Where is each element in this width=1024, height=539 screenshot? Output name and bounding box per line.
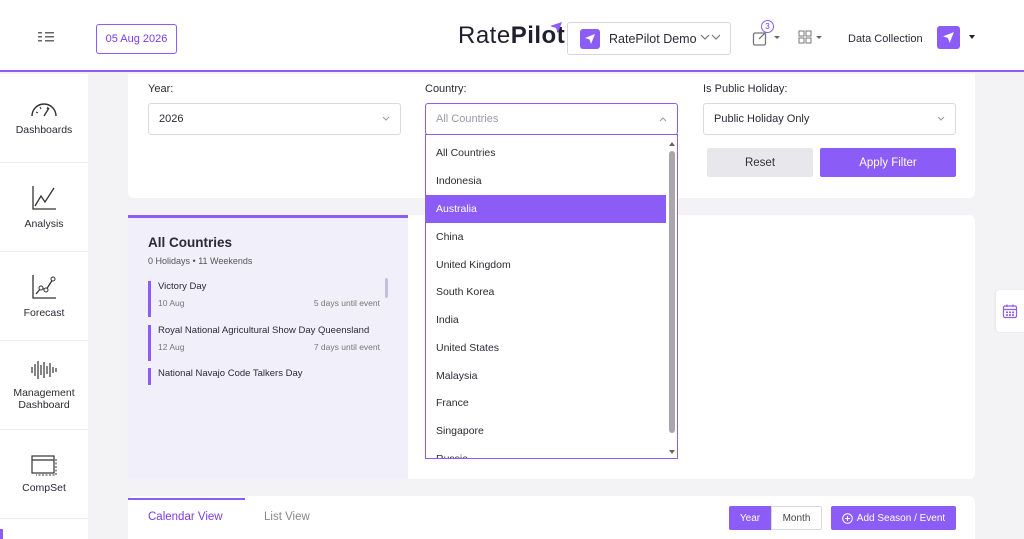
country-option-highlighted[interactable]: Australia	[426, 195, 666, 223]
line-chart-icon	[32, 186, 56, 210]
year-select[interactable]: 2026	[148, 103, 401, 135]
sidebar-item-compset[interactable]: CompSet	[0, 430, 88, 519]
event-item[interactable]: Royal National Agricultural Show Day Que…	[148, 325, 380, 361]
country-option[interactable]: South Korea	[426, 278, 666, 306]
sidebar-item-label: Forecast	[23, 307, 65, 319]
sidebar-item-label: Analysis	[24, 218, 64, 230]
chevron-down-icon	[937, 116, 945, 121]
year-label: Year:	[148, 83, 174, 95]
property-logo-icon	[580, 28, 600, 49]
events-scrollbar[interactable]	[385, 278, 388, 298]
event-date: 12 Aug	[158, 342, 185, 352]
reset-button[interactable]: Reset	[707, 148, 813, 177]
user-menu[interactable]	[937, 26, 977, 50]
top-header: 05 Aug 2026 RatePilot RatePilot Demo 3 D…	[0, 0, 1024, 72]
forecast-chart-icon	[32, 275, 56, 299]
dropdown-scrollbar[interactable]	[667, 141, 676, 456]
plus-circle-icon	[841, 512, 853, 524]
sidebar-item-forecast[interactable]: Forecast	[0, 252, 88, 341]
property-name: RatePilot Demo	[609, 31, 697, 46]
chevron-down-icon	[382, 116, 390, 121]
country-option[interactable]: Malaysia	[426, 362, 666, 390]
notification-count-badge: 3	[761, 20, 774, 33]
event-countdown: 5 days until event	[313, 298, 380, 308]
year-value: 2026	[159, 113, 184, 125]
sidebar-item-label: Dashboards	[15, 124, 73, 136]
grid-icon	[798, 30, 822, 44]
caret-down-icon	[969, 35, 975, 39]
calendar-icon	[1002, 304, 1018, 319]
country-option[interactable]: Singapore	[426, 417, 666, 445]
tab-list-view[interactable]: List View	[264, 511, 310, 523]
sidebar-item-label: CompSet	[22, 482, 66, 494]
event-name: Victory Day	[158, 281, 207, 292]
user-avatar	[937, 26, 960, 49]
sidebar-active-indicator	[0, 529, 3, 539]
share-notifications-button[interactable]: 3	[752, 20, 784, 50]
month-toggle-button[interactable]: Month	[771, 506, 822, 530]
country-option[interactable]: United Kingdom	[426, 251, 666, 279]
navigation-arrow-icon	[943, 32, 954, 43]
chevron-down-icon	[700, 34, 720, 40]
sidebar-item-dashboards[interactable]: Dashboards	[0, 74, 88, 163]
apply-filter-button[interactable]: Apply Filter	[820, 148, 956, 177]
country-placeholder: All Countries	[436, 113, 499, 125]
apps-menu-button[interactable]	[798, 30, 826, 46]
sidebar-item-analysis[interactable]: Analysis	[0, 163, 88, 252]
country-option[interactable]: United States	[426, 334, 666, 362]
sidebar-item-label: Management Dashboard	[13, 387, 75, 411]
sidebar: Dashboards Analysis Forecast Management …	[0, 74, 88, 539]
sidebar-item-management-dashboard[interactable]: Management Dashboard	[0, 341, 88, 430]
calendar-side-button[interactable]	[996, 290, 1024, 332]
event-date: 10 Aug	[158, 298, 185, 308]
year-toggle-button[interactable]: Year	[729, 506, 771, 530]
current-date-button[interactable]: 05 Aug 2026	[96, 24, 177, 54]
chevron-up-icon	[659, 117, 667, 122]
dropdown-scroll-thumb[interactable]	[669, 151, 675, 433]
property-selector[interactable]: RatePilot Demo	[567, 22, 731, 55]
event-countdown: 7 days until event	[313, 342, 380, 352]
country-option[interactable]: China	[426, 223, 666, 251]
country-label: Country:	[425, 83, 467, 95]
add-season-event-label: Add Season / Event	[856, 512, 946, 524]
event-name: Royal National Agricultural Show Day Que…	[158, 325, 370, 336]
scroll-down-arrow-icon	[669, 450, 675, 454]
window-icon	[31, 455, 57, 476]
public-holiday-value: Public Holiday Only	[714, 113, 810, 125]
events-title: All Countries	[148, 235, 233, 250]
event-name: National Navajo Code Talkers Day	[158, 368, 303, 379]
add-season-event-button[interactable]: Add Season / Event	[831, 506, 956, 530]
gauge-icon	[31, 103, 57, 117]
public-holiday-select[interactable]: Public Holiday Only	[703, 103, 956, 135]
country-option[interactable]: India	[426, 306, 666, 334]
events-summary: 0 Holidays • 11 Weekends	[148, 256, 253, 266]
tab-calendar-view[interactable]: Calendar View	[148, 511, 223, 523]
menu-toggle-icon[interactable]	[36, 30, 58, 44]
scroll-up-arrow-icon	[669, 142, 675, 146]
country-option[interactable]: France	[426, 389, 666, 417]
country-option[interactable]: Indonesia	[426, 167, 666, 195]
country-option[interactable]: Russia	[426, 445, 666, 458]
bars-icon	[31, 361, 57, 379]
country-option[interactable]: All Countries	[426, 139, 666, 167]
event-item[interactable]: Victory Day 10 Aug 5 days until event	[148, 281, 380, 317]
country-dropdown-list: All Countries Indonesia Australia China …	[425, 134, 678, 459]
logo-flag-icon	[550, 22, 562, 33]
event-item[interactable]: National Navajo Code Talkers Day	[148, 368, 380, 385]
country-select[interactable]: All Countries	[425, 103, 678, 135]
active-tab-indicator	[128, 498, 245, 500]
data-collection-link[interactable]: Data Collection	[848, 33, 923, 45]
public-holiday-label: Is Public Holiday:	[703, 83, 788, 95]
